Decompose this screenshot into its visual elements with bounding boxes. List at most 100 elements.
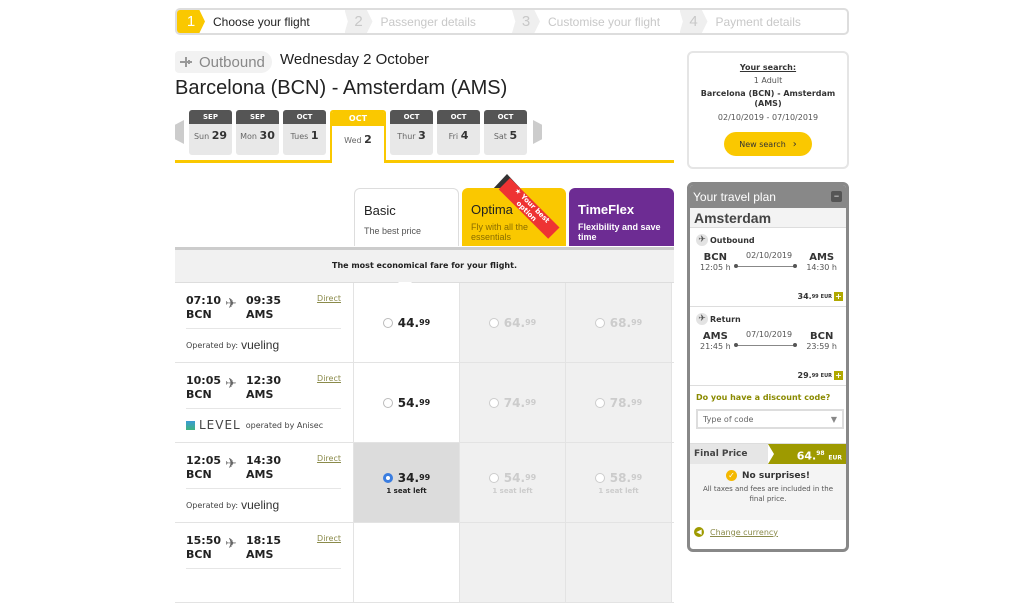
date-month: OCT bbox=[437, 110, 480, 124]
price-int: 78. bbox=[609, 395, 632, 410]
expand-plus-icon[interactable]: + bbox=[834, 292, 843, 301]
date-tab[interactable]: OCT Thur 3 bbox=[390, 110, 433, 155]
leg-from: BCN bbox=[703, 252, 727, 263]
fare-cell[interactable]: 74. 99 bbox=[460, 363, 566, 442]
fare-cell[interactable] bbox=[566, 523, 672, 602]
progress-steps: 1 Choose your flight 2 Passenger details… bbox=[175, 8, 849, 35]
fare-cell[interactable]: 68. 99 bbox=[566, 283, 672, 362]
direct-link[interactable]: Direct bbox=[317, 374, 341, 383]
date-tab-selected[interactable]: OCT Wed 2 bbox=[330, 110, 386, 162]
arrival-airport: AMS bbox=[246, 548, 274, 561]
currency: EUR bbox=[828, 454, 842, 462]
date-tab[interactable]: SEP Sun 29 bbox=[189, 110, 232, 155]
date-tab[interactable]: OCT Fri 4 bbox=[437, 110, 480, 155]
date-weekday: Tues bbox=[290, 132, 309, 141]
price-dec: 99 bbox=[631, 318, 643, 327]
date-tab[interactable]: OCT Sat 5 bbox=[484, 110, 527, 155]
leg-route-line bbox=[734, 343, 797, 347]
departure-airport: BCN bbox=[186, 308, 212, 321]
final-price-value: 64.98 EUR bbox=[768, 444, 846, 464]
leg-date: 07/10/2019 bbox=[746, 330, 793, 339]
fare-cell[interactable] bbox=[460, 523, 566, 602]
flight-info: 15:50 BCN ✈ 18:15 AMS Direct bbox=[175, 523, 354, 602]
outbound-label: Outbound bbox=[199, 53, 265, 71]
step-label: Choose your flight bbox=[213, 14, 310, 29]
next-dates-arrow[interactable] bbox=[533, 120, 542, 144]
step-customise-flight: 3 Customise your flight bbox=[512, 10, 680, 33]
no-surprises-text: All taxes and fees are included in the f… bbox=[702, 485, 834, 503]
change-currency[interactable]: ◀ Change currency bbox=[690, 520, 846, 537]
fare-price: 54. 99 bbox=[488, 471, 537, 485]
fare-radio[interactable] bbox=[488, 472, 499, 483]
fare-radio[interactable] bbox=[382, 397, 393, 408]
fare-basic[interactable]: Basic The best price bbox=[354, 188, 459, 246]
fare-timeflex[interactable]: TimeFlex Flexibility and save time bbox=[569, 188, 674, 246]
fare-cell[interactable]: 44. 99 bbox=[354, 283, 460, 362]
fare-cell[interactable]: 34. 99 1 seat left bbox=[354, 443, 460, 522]
check-icon: ✓ bbox=[726, 470, 738, 481]
fare-radio[interactable] bbox=[594, 397, 605, 408]
fare-radio[interactable] bbox=[382, 317, 393, 328]
step-choose-flight[interactable]: 1 Choose your flight bbox=[177, 10, 345, 33]
change-currency-link[interactable]: Change currency bbox=[710, 528, 778, 537]
vueling-logo: vueling bbox=[241, 498, 280, 512]
leg-to-time: 23:59 h bbox=[806, 342, 837, 351]
plane-icon bbox=[180, 57, 192, 67]
step-label: Passenger details bbox=[380, 14, 476, 29]
minimize-icon[interactable]: − bbox=[831, 191, 842, 202]
fare-cell[interactable]: 54. 99 bbox=[354, 363, 460, 442]
step-number: 2 bbox=[344, 10, 373, 33]
date-month: OCT bbox=[332, 112, 384, 126]
currency: EUR bbox=[820, 372, 832, 379]
search-dates: 02/10/2019 - 07/10/2019 bbox=[717, 113, 819, 122]
direct-link[interactable]: Direct bbox=[317, 454, 341, 463]
direct-link[interactable]: Direct bbox=[317, 534, 341, 543]
final-price-label: Final Price bbox=[690, 444, 768, 464]
operator-name: operated by Anisec bbox=[245, 420, 324, 430]
destination-city: Amsterdam bbox=[690, 208, 846, 228]
fare-radio[interactable] bbox=[488, 317, 499, 328]
plane-icon: ✈ bbox=[225, 536, 237, 552]
step-number: 4 bbox=[679, 10, 708, 33]
fare-cell[interactable] bbox=[354, 523, 460, 602]
fare-radio[interactable] bbox=[488, 397, 499, 408]
direct-link[interactable]: Direct bbox=[317, 294, 341, 303]
operator-prefix: Operated by: bbox=[186, 500, 239, 510]
date-month: OCT bbox=[484, 110, 527, 124]
arrival-airport: AMS bbox=[246, 308, 274, 321]
step-passenger-details: 2 Passenger details bbox=[344, 10, 513, 33]
date-day: 4 bbox=[460, 129, 469, 142]
date-day: 29 bbox=[211, 129, 228, 142]
fare-cell[interactable]: 64. 99 bbox=[460, 283, 566, 362]
date-day: 5 bbox=[509, 129, 518, 142]
chevron-right-icon: › bbox=[792, 138, 797, 150]
date-tab[interactable]: SEP Mon 30 bbox=[236, 110, 279, 155]
date-weekday: Sat bbox=[493, 132, 507, 141]
final-price: Final Price 64.98 EUR bbox=[690, 444, 846, 464]
fare-radio[interactable] bbox=[382, 472, 393, 483]
leg-to: BCN bbox=[809, 331, 834, 342]
expand-plus-icon[interactable]: + bbox=[834, 371, 843, 380]
leg-price: 29. 99 EUR + bbox=[798, 371, 843, 380]
route-title: Barcelona (BCN) - Amsterdam (AMS) bbox=[175, 77, 508, 99]
fare-radio[interactable] bbox=[594, 472, 605, 483]
travel-plan: Your travel plan − Amsterdam ✈ Outbound B… bbox=[687, 182, 849, 552]
new-search-button[interactable]: New search › bbox=[724, 132, 812, 156]
price-dec: 99 bbox=[631, 473, 643, 482]
fare-cell[interactable]: 78. 99 bbox=[566, 363, 672, 442]
travel-plan-title: Your travel plan bbox=[693, 189, 776, 204]
departure-time: 15:50 bbox=[186, 534, 222, 547]
date-tab[interactable]: OCT Tues 1 bbox=[283, 110, 326, 155]
price-int: 64. bbox=[503, 315, 526, 330]
search-heading: Your search: bbox=[739, 63, 797, 72]
fare-cell[interactable]: 54. 99 1 seat left bbox=[460, 443, 566, 522]
price-dec: 99 bbox=[811, 372, 819, 379]
discount-code-select[interactable]: Type of code ▼ bbox=[696, 409, 844, 429]
fare-radio[interactable] bbox=[594, 317, 605, 328]
fare-cell[interactable]: 58. 99 1 seat left bbox=[566, 443, 672, 522]
plane-icon: ✈ bbox=[225, 376, 237, 392]
prev-dates-arrow[interactable] bbox=[175, 120, 184, 144]
price-dec: 99 bbox=[525, 473, 537, 482]
flight-info: 12:05 BCN ✈ 14:30 AMS Direct Operated by: v… bbox=[175, 443, 354, 522]
price-dec: 99 bbox=[419, 318, 431, 327]
